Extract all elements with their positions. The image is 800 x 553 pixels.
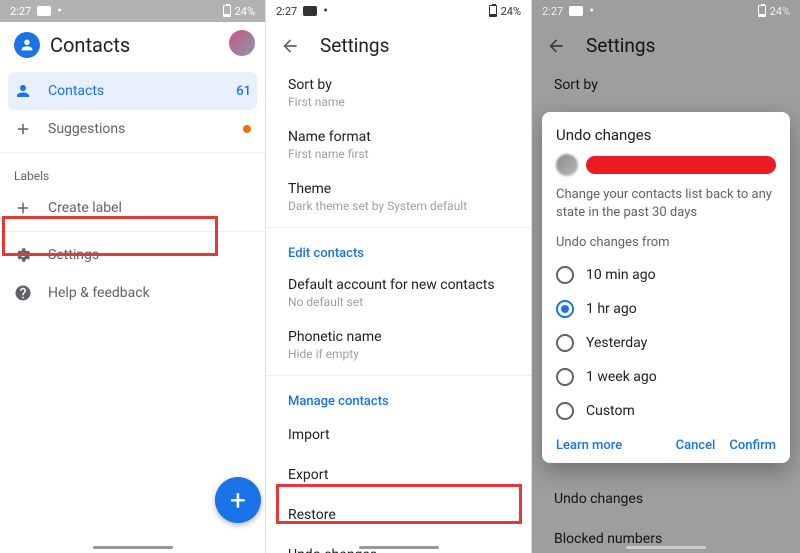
radio-label: Custom [586, 403, 635, 419]
setting-subtitle: First name first [288, 147, 515, 161]
dialog-subheader: Undo changes from [556, 235, 776, 250]
app-title: Contacts [50, 33, 130, 57]
setting-export[interactable]: Export [266, 455, 531, 495]
nav-label: Contacts [48, 83, 104, 99]
nav-label: Settings [48, 247, 99, 263]
radio-1-hr-ago[interactable]: 1 hr ago [556, 292, 776, 326]
app-bar: Settings [266, 22, 531, 67]
setting-undo-changes[interactable]: Undo changes [266, 535, 531, 553]
dialog-description: Change your contacts list back to any st… [556, 186, 776, 221]
setting-title: Default account for new contacts [288, 277, 515, 293]
contacts-count: 61 [236, 84, 251, 99]
radio-icon [556, 368, 574, 386]
home-indicator [93, 546, 173, 549]
nav-label: Help & feedback [48, 285, 150, 301]
status-battery: 24% [501, 5, 521, 18]
setting-title: Name format [288, 129, 515, 145]
panel-settings: 2:27 • 24% Settings Sort by First name N… [266, 0, 532, 553]
suggestions-badge [243, 125, 251, 133]
status-time: 2:27 [10, 5, 31, 18]
learn-more-button[interactable]: Learn more [556, 438, 622, 453]
radio-label: Yesterday [586, 335, 647, 351]
nav-item-suggestions[interactable]: Suggestions [0, 110, 265, 148]
radio-10-min-ago[interactable]: 10 min ago [556, 258, 776, 292]
setting-title: Theme [288, 181, 515, 197]
setting-theme[interactable]: Theme Dark theme set by System default [266, 171, 531, 223]
suggestions-icon [14, 120, 32, 138]
nav-item-create-label[interactable]: Create label [0, 189, 265, 227]
section-edit-contacts: Edit contacts [266, 232, 531, 267]
person-icon [14, 82, 32, 100]
setting-import[interactable]: Import [266, 415, 531, 455]
confirm-button[interactable]: Confirm [729, 438, 776, 453]
setting-title: Phonetic name [288, 329, 515, 345]
gear-icon [14, 246, 32, 264]
section-manage-contacts: Manage contacts [266, 380, 531, 415]
cancel-button[interactable]: Cancel [676, 438, 716, 453]
account-row [556, 154, 776, 176]
radio-custom[interactable]: Custom [556, 394, 776, 428]
status-bar: 2:27 • 24% [0, 0, 265, 22]
setting-subtitle: No default set [288, 295, 515, 309]
radio-label: 10 min ago [586, 267, 656, 283]
fab-add[interactable]: + [215, 477, 261, 523]
battery-icon [223, 5, 231, 17]
youtube-icon [37, 6, 51, 16]
radio-icon [556, 402, 574, 420]
nav-label: Suggestions [48, 121, 125, 137]
radio-label: 1 week ago [586, 369, 657, 385]
setting-subtitle: First name [288, 95, 515, 109]
nav-item-help[interactable]: Help & feedback [0, 274, 265, 312]
status-bar: 2:27 • 24% [532, 0, 800, 22]
radio-yesterday[interactable]: Yesterday [556, 326, 776, 360]
contacts-app-icon [14, 32, 40, 58]
status-time: 2:27 [276, 5, 297, 18]
panel-undo-dialog: 2:27 24% Settings Sort by Name format Re… [532, 0, 800, 553]
status-battery: 24% [770, 5, 790, 18]
page-title: Settings [320, 34, 389, 57]
nav-label: Create label [48, 200, 122, 216]
dialog-title: Undo changes [556, 126, 776, 144]
back-icon[interactable] [280, 36, 300, 56]
radio-1-week-ago[interactable]: 1 week ago [556, 360, 776, 394]
setting-subtitle: Hide if empty [288, 347, 515, 361]
home-indicator [359, 546, 439, 549]
setting-name-format[interactable]: Name format First name first [266, 119, 531, 171]
undo-changes-dialog: Undo changes Change your contacts list b… [542, 112, 790, 463]
labels-header: Labels [0, 157, 265, 189]
radio-label: 1 hr ago [586, 301, 637, 317]
setting-restore[interactable]: Restore [266, 495, 531, 535]
panel-contacts-drawer: 2:27 • 24% Contacts Contacts 61 Suggest [0, 0, 266, 553]
plus-icon [14, 199, 32, 217]
setting-title: Sort by [288, 77, 515, 93]
setting-subtitle: Dark theme set by System default [288, 199, 515, 213]
youtube-icon [303, 6, 317, 16]
battery-icon [758, 5, 766, 17]
status-time: 2:27 [542, 5, 563, 18]
status-bar: 2:27 • 24% [266, 0, 531, 22]
home-indicator [626, 546, 706, 549]
radio-icon [556, 300, 574, 318]
setting-sort-by[interactable]: Sort by First name [266, 67, 531, 119]
app-bar: Contacts [0, 22, 265, 72]
radio-icon [556, 334, 574, 352]
user-avatar[interactable] [229, 30, 255, 56]
nav-item-settings[interactable]: Settings [0, 236, 265, 274]
nav-item-contacts[interactable]: Contacts 61 [8, 72, 257, 110]
account-email-redacted [586, 156, 776, 174]
radio-icon [556, 266, 574, 284]
setting-phonetic-name[interactable]: Phonetic name Hide if empty [266, 319, 531, 371]
help-icon [14, 284, 32, 302]
account-avatar [556, 154, 578, 176]
battery-icon [489, 5, 497, 17]
youtube-icon [569, 6, 583, 16]
status-battery: 24% [235, 5, 255, 18]
setting-default-account[interactable]: Default account for new contacts No defa… [266, 267, 531, 319]
